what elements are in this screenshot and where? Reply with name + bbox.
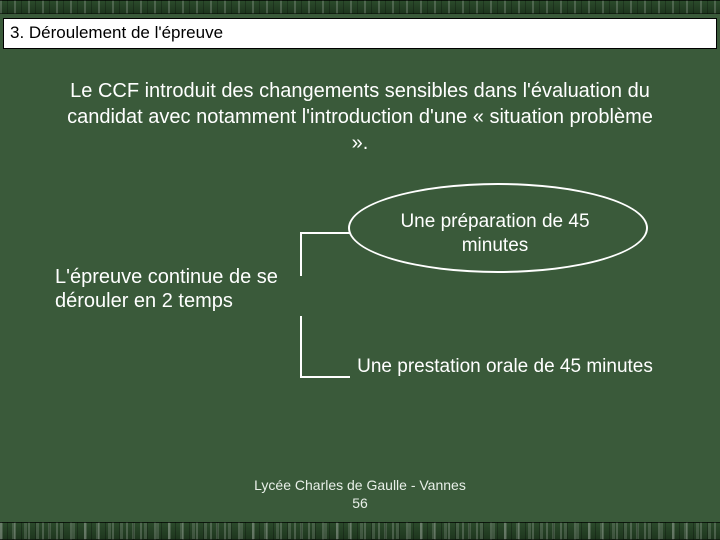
section-title-text: 3. Déroulement de l'épreuve [10,23,223,42]
footer-line-1: Lycée Charles de Gaulle - Vannes [0,476,720,494]
branch-item-preparation: Une préparation de 45 minutes [380,210,610,258]
branch-item-preparation-text: Une préparation de 45 minutes [400,211,589,256]
connector-line [300,376,350,378]
section-title: 3. Déroulement de l'épreuve [3,18,717,49]
branch-root-text: L'épreuve continue de se dérouler en 2 t… [55,266,278,312]
footer: Lycée Charles de Gaulle - Vannes 56 [0,476,720,512]
decorative-strip-top [0,0,720,14]
branch-item-oral: Une prestation orale de 45 minutes [355,355,655,379]
connector-line [300,232,350,234]
decorative-strip-bottom [0,522,720,540]
branch-root: L'épreuve continue de se dérouler en 2 t… [55,265,315,313]
intro-text: Le CCF introduit des changements sensibl… [67,80,653,154]
footer-line-2: 56 [0,494,720,512]
connector-line [300,316,302,376]
branch-item-oral-text: Une prestation orale de 45 minutes [357,356,653,377]
intro-paragraph: Le CCF introduit des changements sensibl… [60,78,660,156]
